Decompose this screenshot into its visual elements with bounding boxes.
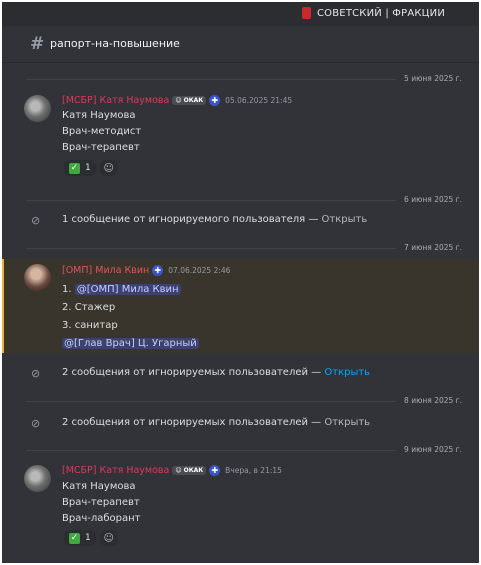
- server-name[interactable]: СОВЕТСКИЙ | ФРАКЦИИ: [301, 7, 445, 19]
- message-header: [МСБР] Катя Наумова ☺ ОКАК ✚ Вчера, в 21:…: [62, 465, 282, 476]
- message-content: 1. @[ОМП] Мила Квин 2. Стажер 3. санитар…: [62, 281, 199, 353]
- tag-icon: ☺: [175, 467, 182, 474]
- message-line: 2. Стажер: [62, 302, 116, 313]
- channel-title: рапорт-на-повышение: [50, 37, 180, 50]
- reaction-count: 1: [85, 533, 91, 543]
- server-title: СОВЕТСКИЙ | ФРАКЦИИ: [316, 7, 445, 19]
- reaction-count: 1: [85, 163, 91, 173]
- open-ignored-link[interactable]: Открыть: [324, 367, 370, 378]
- message-header: [ОМП] Мила Квин ✚ 07.06.2025 2:46: [62, 265, 230, 276]
- timestamp: Вчера, в 21:15: [225, 466, 282, 475]
- message-line: Врач-терапевт: [62, 497, 140, 508]
- message-header: [МСБР] Катя Наумова ☺ ОКАК ✚ 05.06.2025 2…: [62, 95, 292, 106]
- timestamp: 07.06.2025 2:46: [168, 266, 231, 275]
- divider-date: 9 июня 2025 г.: [396, 444, 466, 456]
- ignored-text: 1 сообщение от игнорируемого пользовател…: [62, 214, 322, 225]
- hash-icon: #: [30, 34, 45, 54]
- avatar[interactable]: [24, 95, 51, 122]
- message-line: Врач-методист: [62, 126, 142, 137]
- message-line: Катя Наумова: [62, 481, 136, 492]
- date-divider: 9 июня 2025 г.: [26, 444, 466, 456]
- message-line: 1. @[ОМП] Мила Квин: [62, 284, 181, 295]
- eye-slash-icon: ⊘: [31, 417, 41, 430]
- app-frame: СОВЕТСКИЙ | ФРАКЦИИ # рапорт-на-повышени…: [2, 2, 479, 563]
- divider-date: 8 июня 2025 г.: [396, 395, 466, 407]
- message-content: Катя Наумова Врач-терапевт Врач-лаборант: [62, 479, 141, 527]
- channel-header: # рапорт-на-повышение: [2, 26, 479, 63]
- eye-slash-icon: ⊘: [31, 367, 41, 380]
- role-tag[interactable]: ☺ ОКАК: [172, 96, 207, 105]
- reaction-check[interactable]: ✓ 1: [64, 530, 96, 546]
- date-divider: 5 июня 2025 г.: [26, 73, 466, 85]
- message-line: @[Глав Врач] Ц. Угарный: [62, 335, 199, 353]
- tag-icon: ☺: [175, 97, 182, 104]
- server-header: СОВЕТСКИЙ | ФРАКЦИИ: [2, 2, 479, 26]
- divider-date: 6 июня 2025 г.: [396, 194, 466, 206]
- reaction-check[interactable]: ✓ 1: [64, 160, 96, 176]
- author-name[interactable]: [МСБР] Катя Наумова: [62, 465, 169, 476]
- message-content: Катя Наумова Врач-методист Врач-терапевт: [62, 108, 141, 156]
- author-name[interactable]: [ОМП] Мила Квин: [62, 265, 149, 276]
- medical-badge-icon[interactable]: ✚: [209, 465, 221, 476]
- ignored-text: 2 сообщения от игнорируемых пользователе…: [62, 417, 325, 428]
- eye-slash-icon: ⊘: [31, 214, 41, 227]
- timestamp: 05.06.2025 21:45: [225, 96, 293, 105]
- role-tag[interactable]: ☺ ОКАК: [172, 466, 207, 475]
- message-line: Катя Наумова: [62, 110, 136, 121]
- medical-badge-icon[interactable]: ✚: [152, 265, 164, 276]
- avatar[interactable]: [24, 465, 51, 492]
- message-line: 3. санитар: [62, 320, 118, 331]
- medical-badge-icon[interactable]: ✚: [209, 95, 221, 106]
- check-mark-icon: ✓: [69, 162, 80, 174]
- message-line: Врач-терапевт: [62, 142, 140, 153]
- server-flag-icon: [301, 7, 311, 19]
- date-divider: 8 июня 2025 г.: [26, 395, 466, 407]
- divider-date: 7 июня 2025 г.: [396, 242, 466, 254]
- reactions: ✓ 1 ☺: [64, 530, 118, 546]
- date-divider: 6 июня 2025 г.: [26, 194, 466, 206]
- check-mark-icon: ✓: [69, 532, 80, 544]
- user-mention[interactable]: @[ОМП] Мила Квин: [74, 284, 181, 295]
- date-divider: 7 июня 2025 г.: [26, 242, 466, 254]
- divider-date: 5 июня 2025 г.: [396, 73, 466, 85]
- reactions: ✓ 1 ☺: [64, 160, 118, 176]
- user-mention[interactable]: @[Глав Врач] Ц. Угарный: [62, 338, 199, 349]
- message-line: Врач-лаборант: [62, 513, 141, 524]
- add-reaction-icon[interactable]: ☺: [99, 530, 118, 546]
- open-ignored-link[interactable]: Открыть: [324, 417, 370, 428]
- avatar[interactable]: [24, 264, 51, 291]
- open-ignored-link[interactable]: Открыть: [322, 214, 368, 225]
- add-reaction-icon[interactable]: ☺: [99, 160, 118, 176]
- ignored-text: 2 сообщения от игнорируемых пользователе…: [62, 367, 325, 378]
- author-name[interactable]: [МСБР] Катя Наумова: [62, 95, 169, 106]
